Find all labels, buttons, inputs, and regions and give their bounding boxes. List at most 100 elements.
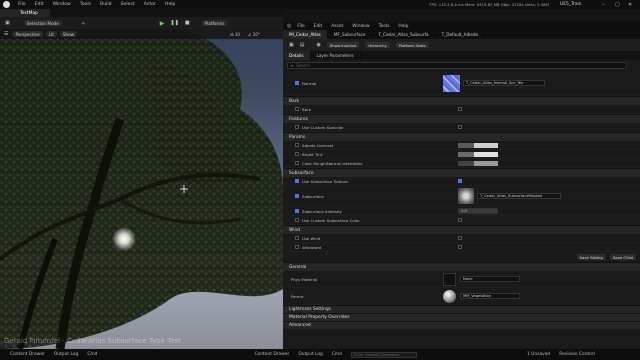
bark-value-checkbox[interactable] bbox=[458, 107, 462, 111]
editor-menu-tools[interactable]: Tools bbox=[379, 24, 390, 29]
output-log-button-right[interactable]: Output Log bbox=[298, 352, 323, 357]
parent-material-combo[interactable]: MM_Vegetation bbox=[460, 293, 520, 299]
menu-tools[interactable]: Tools bbox=[80, 2, 91, 7]
search-input[interactable]: ⌕ Search bbox=[287, 62, 627, 69]
selection-mode-button[interactable]: Selection Mode bbox=[23, 20, 62, 26]
windward-value[interactable] bbox=[458, 245, 462, 249]
menu-actor[interactable]: Actor bbox=[144, 2, 156, 7]
cmd-button-right[interactable]: Cmd bbox=[332, 352, 342, 357]
section-subsurface[interactable]: Subsurface bbox=[283, 168, 640, 177]
section-params[interactable]: Params bbox=[283, 132, 640, 141]
menu-window[interactable]: Window bbox=[53, 2, 71, 7]
show-inactive-button[interactable]: Show Inactive bbox=[326, 42, 360, 48]
tab-layer-parameters[interactable]: Layer Parameters bbox=[311, 51, 361, 60]
show-button[interactable]: Show bbox=[59, 31, 78, 37]
browse-icon[interactable]: ▤ bbox=[300, 42, 305, 48]
bark-checkbox[interactable] bbox=[295, 107, 299, 111]
cmd-button[interactable]: Cmd bbox=[87, 352, 97, 357]
subsurface-texture-thumbnail[interactable] bbox=[458, 188, 474, 204]
color-rough-checkbox[interactable] bbox=[295, 161, 299, 165]
viewport-options-icon[interactable]: ☰ bbox=[4, 31, 8, 37]
subsurface-intensity-checkbox[interactable] bbox=[295, 209, 299, 213]
tab-t-cedar-atlas-subsurface[interactable]: T_Cedar_Atlas_Subsurfa bbox=[372, 30, 436, 39]
play-icon[interactable]: ▶ bbox=[160, 20, 165, 27]
unsaved-indicator[interactable]: 1 Unsaved bbox=[527, 352, 550, 357]
prop-phys-material: Phys Material None bbox=[283, 271, 640, 288]
menu-build[interactable]: Build bbox=[100, 2, 112, 7]
menu-file[interactable]: File bbox=[18, 2, 26, 7]
menu-edit[interactable]: Edit bbox=[35, 2, 44, 7]
tab-mf-subsurface[interactable]: MF_Subsurface bbox=[328, 30, 373, 39]
section-wind[interactable]: Wind bbox=[283, 225, 640, 234]
ue-logo-icon[interactable] bbox=[3, 1, 10, 8]
albedo-contrast-slider[interactable] bbox=[458, 142, 498, 148]
use-subsurface-texture-checkbox[interactable] bbox=[295, 179, 299, 183]
tab-t-default-albedo[interactable]: T_Default_Albedo bbox=[436, 30, 486, 39]
bright-tint-checkbox[interactable] bbox=[295, 152, 299, 156]
output-log-button[interactable]: Output Log bbox=[54, 352, 79, 357]
save-sibling-button[interactable]: Save Sibling bbox=[576, 254, 606, 260]
close-button[interactable]: ✕ bbox=[628, 2, 632, 8]
editor-toolbar: ▣ ▤ ◉ Show Inactive Hierarchy Platform S… bbox=[283, 39, 640, 51]
revision-control-button[interactable]: Revision Control bbox=[559, 352, 595, 357]
rotation-snap-icon[interactable]: ∠ 10° bbox=[248, 32, 260, 37]
phys-material-thumbnail[interactable] bbox=[443, 272, 456, 286]
maximize-button[interactable]: ▢ bbox=[615, 2, 620, 8]
hierarchy-button[interactable]: Hierarchy bbox=[365, 42, 390, 48]
phys-material-combo[interactable]: None bbox=[460, 276, 520, 282]
use-wind-checkbox[interactable] bbox=[295, 236, 299, 240]
section-material-property-overrides[interactable]: Material Property Overrides bbox=[283, 313, 640, 321]
pause-icon[interactable]: ❚❚ bbox=[170, 20, 178, 26]
preview-icon[interactable]: ◉ bbox=[316, 42, 320, 48]
normal-texture-combo[interactable]: T_Cedar_Atlas_Normal_Spr_Tex bbox=[463, 80, 545, 86]
level-viewport[interactable]: ☰ Perspective Lit Show ⊞ 10 ∠ 10° Gerald… bbox=[0, 29, 283, 349]
custom-subsurface-color-checkbox[interactable] bbox=[295, 218, 299, 222]
prop-windward: Windward bbox=[283, 243, 640, 252]
editor-menu-asset[interactable]: Asset bbox=[331, 24, 343, 29]
custom-specular-checkbox[interactable] bbox=[295, 125, 299, 129]
stop-icon[interactable]: ■ bbox=[185, 20, 190, 26]
save-asset-icon[interactable]: ▣ bbox=[289, 42, 294, 48]
use-subsurface-texture-value[interactable] bbox=[458, 179, 462, 183]
perspective-button[interactable]: Perspective bbox=[12, 31, 43, 37]
normal-checkbox[interactable] bbox=[295, 81, 299, 85]
custom-subsurface-color-value[interactable] bbox=[458, 218, 462, 222]
editor-menu-window[interactable]: Window bbox=[352, 24, 369, 29]
custom-specular-value-checkbox[interactable] bbox=[458, 125, 462, 129]
platform-stats-button[interactable]: Platform Stats bbox=[395, 42, 429, 48]
normal-texture-thumbnail[interactable] bbox=[443, 74, 460, 92]
section-features[interactable]: Features bbox=[283, 114, 640, 123]
console-input[interactable]: Enter Console Command bbox=[350, 351, 417, 358]
section-general[interactable]: General bbox=[283, 262, 640, 271]
color-rough-swatch[interactable] bbox=[458, 160, 498, 166]
editor-menu-file[interactable]: File bbox=[297, 24, 304, 29]
subsurface-texture-combo[interactable]: T_Cedar_Atlas_SubsurfaceMasked bbox=[477, 193, 561, 199]
platforms-button[interactable]: Platforms bbox=[201, 20, 228, 26]
prop-bark: Bark bbox=[283, 105, 640, 114]
level-tab[interactable]: TestMap bbox=[0, 9, 50, 17]
menu-select[interactable]: Select bbox=[121, 2, 135, 7]
section-advanced[interactable]: Advanced bbox=[283, 321, 640, 329]
add-actor-icon[interactable]: ＋ bbox=[81, 20, 86, 27]
tab-mi-cedar-atlas[interactable]: MI_Cedar_Atlas bbox=[283, 30, 328, 39]
subsurface-checkbox[interactable] bbox=[295, 194, 299, 198]
parent-material-thumbnail[interactable] bbox=[443, 289, 456, 303]
subsurface-intensity-input[interactable]: 1.0 bbox=[458, 208, 498, 214]
menu-help[interactable]: Help bbox=[165, 2, 175, 7]
lit-button[interactable]: Lit bbox=[45, 31, 57, 37]
minimize-button[interactable]: – bbox=[602, 2, 605, 8]
editor-menu-help[interactable]: Help bbox=[398, 24, 408, 29]
content-drawer-button-right[interactable]: Content Drawer bbox=[254, 352, 289, 357]
editor-menu-edit[interactable]: Edit bbox=[314, 24, 323, 29]
grid-snap-icon[interactable]: ⊞ 10 bbox=[230, 32, 240, 37]
use-wind-value[interactable] bbox=[458, 236, 462, 240]
section-bark[interactable]: Bark bbox=[283, 96, 640, 105]
save-icon[interactable]: ▣ bbox=[5, 20, 10, 26]
tab-details[interactable]: Details bbox=[283, 51, 311, 60]
content-drawer-button[interactable]: Content Drawer bbox=[10, 352, 45, 357]
windward-checkbox[interactable] bbox=[295, 245, 299, 249]
section-lightmass-settings[interactable]: Lightmass Settings bbox=[283, 305, 640, 313]
bright-tint-swatch[interactable] bbox=[458, 151, 498, 157]
save-child-button[interactable]: Save Child bbox=[609, 254, 636, 260]
albedo-contrast-checkbox[interactable] bbox=[295, 143, 299, 147]
